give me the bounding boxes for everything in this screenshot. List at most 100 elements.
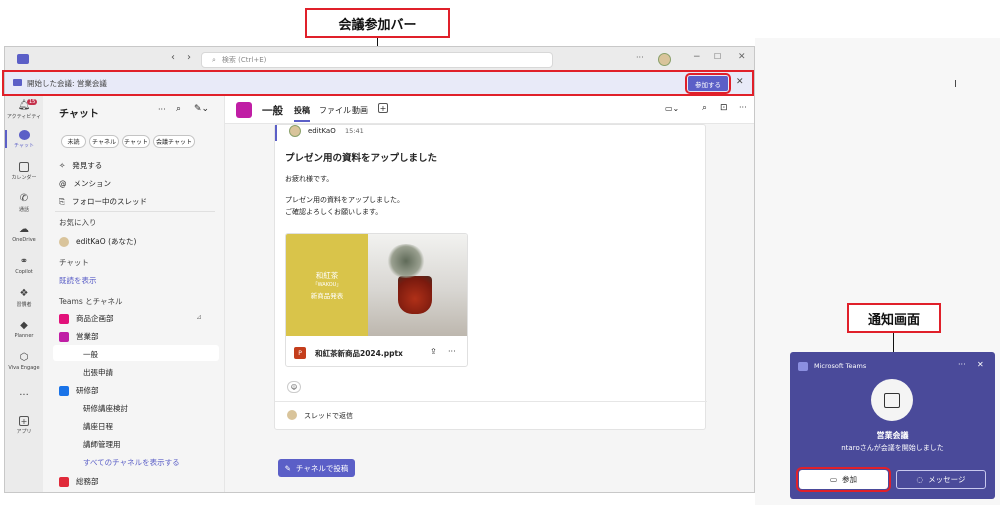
video-icon: ▭: [829, 475, 838, 484]
rail-add-app-label: アプリ: [16, 429, 32, 435]
reaction-icon[interactable]: ☺: [287, 381, 301, 393]
text-cursor-icon: I: [954, 79, 957, 90]
channel-more-icon[interactable]: ···: [739, 103, 747, 112]
channel-general-label: 一般: [83, 350, 98, 359]
team-pin-icon[interactable]: ⊿: [196, 313, 202, 321]
add-app-icon: +: [19, 416, 29, 426]
tab-posts-underline: [294, 120, 310, 122]
minimize-icon[interactable]: −: [693, 52, 701, 62]
file-attachment[interactable]: 和紅茶 「WAKOU」 新商品発表 P 和紅茶新商品2024.pptx ⇪ ··…: [285, 233, 468, 367]
teams-window: ‹ › ⌕ 検索 (Ctrl+E) ··· − ☐ ✕ 開始した会議: 営業会議…: [4, 46, 755, 493]
search-placeholder: 検索 (Ctrl+E): [221, 56, 267, 64]
phone-icon: ✆: [19, 193, 29, 204]
rail-selected-indicator: [5, 130, 7, 148]
at-icon: @: [59, 179, 67, 188]
share-icon[interactable]: ⇪: [430, 347, 437, 356]
add-tab-icon[interactable]: +: [378, 103, 388, 113]
tab-files[interactable]: ファイル: [319, 105, 351, 116]
rail-onedrive-label: OneDrive: [12, 237, 36, 243]
new-chat-icon[interactable]: ✎⌄: [194, 104, 209, 114]
chat-icon: [18, 130, 30, 140]
nav-discover[interactable]: ✧ 発見する: [59, 160, 102, 171]
team-product-planning[interactable]: 商品企画部: [59, 313, 114, 324]
channel-training-course[interactable]: 研修講座検討: [83, 403, 128, 414]
meeting-bar-highlight: [2, 70, 754, 96]
close-window-icon[interactable]: ✕: [738, 52, 746, 62]
file-more-icon[interactable]: ···: [448, 347, 456, 356]
meet-now-icon[interactable]: ▭⌄: [665, 104, 679, 113]
rail-add-app[interactable]: + アプリ: [5, 416, 43, 435]
more-icon[interactable]: ···: [636, 53, 644, 62]
rail-viva[interactable]: ⬡ Viva Engage: [5, 352, 43, 371]
search-input[interactable]: ⌕ 検索 (Ctrl+E): [201, 52, 553, 68]
teams-logo-icon: [17, 54, 29, 64]
notif-close-icon[interactable]: ✕: [977, 360, 984, 369]
filter-chat[interactable]: チャット: [122, 135, 150, 148]
post-line-1: お疲れ様です。: [285, 175, 334, 183]
author-avatar: [289, 125, 301, 137]
filter-channel[interactable]: チャネル: [89, 135, 119, 148]
divider: [55, 211, 215, 212]
channel-general-selected[interactable]: [53, 345, 219, 361]
rail-planner[interactable]: ◆ Planner: [5, 320, 43, 339]
tab-videos[interactable]: 動画: [352, 105, 368, 116]
panel-search-icon[interactable]: ⌕: [176, 104, 181, 114]
app-rail: 🔔︎ アクティビティ 15 チャット カレンダー ✆ 通話 ☁ OneDrive…: [5, 96, 43, 492]
tea-plant-image: [386, 244, 426, 278]
post-in-channel-label: チャネルで投稿: [295, 463, 349, 473]
favorite-user[interactable]: editKaO (あなた): [59, 236, 136, 247]
maximize-icon[interactable]: ☐: [714, 52, 721, 61]
show-history-link[interactable]: 既読を表示: [59, 275, 97, 286]
channel-course-schedule[interactable]: 講座日程: [83, 421, 113, 432]
nav-mentions[interactable]: @ メンション: [59, 178, 111, 189]
divider: [275, 401, 707, 402]
show-all-channels-link[interactable]: すべてのチャネルを表示する: [83, 457, 180, 468]
slide-sub: 「WAKOU」: [312, 282, 342, 288]
rail-onedrive[interactable]: ☁ OneDrive: [5, 224, 43, 243]
rail-more[interactable]: ...: [5, 387, 43, 398]
nav-followed-threads[interactable]: ⎘ フォロー中のスレッド: [59, 196, 147, 207]
channel-info-icon[interactable]: ⊡: [720, 103, 728, 113]
team-training[interactable]: 研修部: [59, 385, 99, 396]
pptx-icon: P: [294, 347, 306, 359]
team-general-affairs-label: 総務部: [76, 477, 99, 486]
avatar[interactable]: [658, 53, 671, 66]
teams-header: Teams とチャネル: [59, 297, 123, 306]
rail-copilot[interactable]: ⚭ Copilot: [5, 256, 43, 275]
notif-message-button[interactable]: ◌ メッセージ: [896, 470, 986, 489]
reply-avatar: [287, 410, 297, 420]
more-apps-icon: ...: [19, 387, 29, 398]
forward-icon[interactable]: ›: [187, 52, 191, 63]
notification-toast: Microsoft Teams ··· ✕ 営業会議 ntaroさんが会議を開始…: [790, 352, 995, 499]
rail-calendar[interactable]: カレンダー: [5, 162, 43, 181]
channel-search-icon[interactable]: ⌕: [702, 103, 707, 113]
post-line-3: ご確認よろしくお願いします。: [285, 208, 383, 216]
channel-travel-request[interactable]: 出張申請: [83, 367, 113, 378]
panel-more-icon[interactable]: ···: [158, 105, 166, 114]
notif-more-icon[interactable]: ···: [958, 360, 966, 369]
team-sales[interactable]: 営業部: [59, 331, 99, 342]
rail-copilot-label: Copilot: [15, 269, 33, 275]
rail-apps-group[interactable]: ❖ 習慣者: [5, 288, 43, 308]
favorites-header: お気に入り: [59, 218, 97, 227]
team-training-icon: [59, 385, 69, 396]
team-general-affairs[interactable]: 総務部: [59, 476, 99, 487]
rail-activity[interactable]: 🔔︎ アクティビティ 15: [5, 99, 43, 120]
rail-viva-label: Viva Engage: [8, 365, 40, 371]
rail-chat[interactable]: チャット: [5, 130, 43, 149]
rail-calls[interactable]: ✆ 通話: [5, 193, 43, 213]
notif-join-button[interactable]: ▭ 参加: [796, 467, 891, 492]
chat-panel: チャット ··· ⌕ ✎⌄ 未読 チャネル チャット 会議チャット ✧ 発見する…: [43, 96, 225, 492]
filter-unread[interactable]: 未読: [61, 135, 86, 148]
tab-posts[interactable]: 投稿: [294, 105, 310, 116]
chat-panel-title: チャット: [59, 109, 99, 120]
back-icon[interactable]: ‹: [171, 52, 175, 63]
slide-thumbnail: 和紅茶 「WAKOU」 新商品発表: [286, 234, 368, 336]
callout-meeting-bar: 会議参加バー: [305, 8, 450, 38]
team-product-planning-icon: [59, 313, 69, 324]
post-in-channel-button[interactable]: ✎ チャネルで投稿: [278, 459, 355, 477]
channel-instructor-mgmt[interactable]: 講師管理用: [83, 439, 121, 450]
reply-in-thread[interactable]: スレッドで返信: [304, 411, 353, 421]
viva-icon: ⬡: [19, 352, 29, 363]
filter-meeting-chat[interactable]: 会議チャット: [153, 135, 195, 148]
